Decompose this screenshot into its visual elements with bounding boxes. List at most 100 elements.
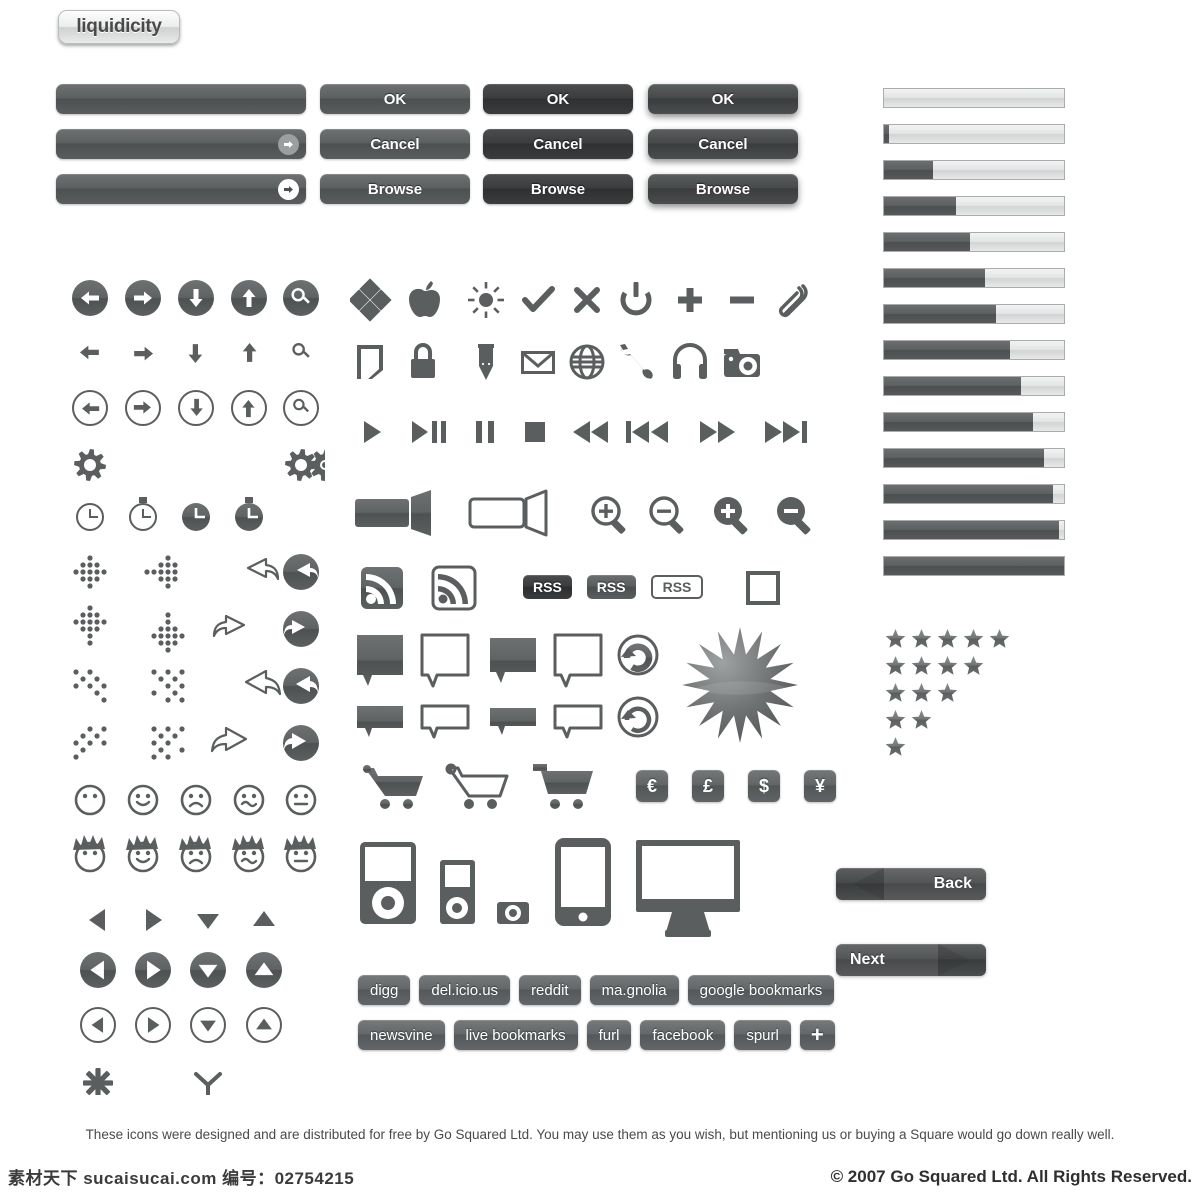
forward-wide-outline-icon[interactable]	[210, 726, 248, 753]
ok-button-shadow[interactable]: OK	[648, 84, 798, 114]
cancel-button-dark[interactable]: Cancel	[483, 129, 633, 159]
close-x-icon[interactable]	[574, 287, 600, 313]
cancel-button-medium[interactable]: Cancel	[320, 129, 470, 159]
rewind-icon[interactable]	[573, 421, 608, 443]
clock-outline-icon[interactable]	[76, 503, 104, 531]
document-icon[interactable]	[357, 345, 383, 379]
fast-forward-icon[interactable]	[700, 421, 735, 443]
dotted-diagonal-se-icon[interactable]	[151, 726, 185, 760]
cart-filled-flag-icon[interactable]	[533, 764, 593, 809]
play-pause-icon[interactable]	[412, 421, 446, 443]
face-hair-neutral-icon[interactable]	[73, 835, 106, 873]
social-button-google-bookmarks[interactable]: google bookmarks	[687, 975, 835, 1005]
speech-bubble-filled-wide-icon[interactable]	[357, 706, 403, 737]
social-button-del-icio-us[interactable]: del.icio.us	[419, 975, 511, 1005]
arrow-down-icon[interactable]	[188, 344, 203, 364]
power-icon[interactable]	[620, 282, 652, 316]
zoom-in-outline-icon[interactable]	[591, 496, 626, 534]
face-neutral-icon[interactable]	[74, 784, 106, 816]
social-button-digg[interactable]: digg	[358, 975, 411, 1005]
star-icon[interactable]	[963, 655, 984, 676]
browse-button-dark[interactable]: Browse	[483, 174, 633, 204]
arrow-left-circle-icon[interactable]	[72, 280, 108, 316]
star-icon[interactable]	[937, 682, 958, 703]
social-button-facebook[interactable]: facebook	[640, 1020, 726, 1050]
lock-icon[interactable]	[411, 343, 435, 378]
ok-button-dark[interactable]: OK	[483, 84, 633, 114]
star-icon[interactable]	[911, 628, 932, 649]
speech-bubble-filled-tall-2-icon[interactable]	[490, 638, 536, 683]
speech-bubble-outline-tall-2-icon[interactable]	[553, 633, 603, 688]
speech-bubble-outline-wide-icon[interactable]	[420, 704, 470, 739]
cancel-button-shadow[interactable]: Cancel	[648, 129, 798, 159]
next-button[interactable]: Next	[836, 944, 986, 976]
arrow-right-circle-icon[interactable]	[278, 178, 299, 200]
mercedes-icon[interactable]	[194, 1072, 222, 1095]
social-button-ma-gnolia[interactable]: ma.gnolia	[589, 975, 679, 1005]
rss-outline-icon[interactable]	[431, 565, 477, 611]
triangle-left-icon[interactable]	[89, 909, 105, 931]
wrench-icon[interactable]	[620, 344, 653, 379]
triangle-right-outline-circle-icon[interactable]	[135, 1007, 171, 1043]
face-happy-icon[interactable]	[127, 784, 159, 816]
apple-icon[interactable]	[409, 281, 440, 317]
social-button-live-bookmarks[interactable]: live bookmarks	[453, 1020, 578, 1050]
starburst-icon[interactable]	[682, 627, 798, 743]
star-icon[interactable]	[885, 628, 906, 649]
pen-icon[interactable]	[478, 344, 494, 380]
dotted-diagonal-nw-icon[interactable]	[73, 669, 107, 703]
triangle-up-outline-circle-icon[interactable]	[246, 1007, 282, 1043]
rss-pill-outline[interactable]: RSS	[650, 575, 704, 599]
dotted-cross-move-icon[interactable]	[73, 555, 107, 589]
speech-bubble-filled-wide-2-icon[interactable]	[490, 708, 536, 735]
gear-icon[interactable]	[74, 449, 106, 481]
star-icon[interactable]	[885, 709, 906, 730]
reply-outline-icon[interactable]	[246, 557, 280, 581]
arrow-down-outline-circle-icon[interactable]	[178, 390, 214, 426]
star-icon[interactable]	[963, 628, 984, 649]
browse-button-shadow[interactable]: Browse	[648, 174, 798, 204]
input-bar-white-arrow[interactable]	[56, 174, 306, 204]
social-button-spurl[interactable]: spurl	[734, 1020, 791, 1050]
plus-icon[interactable]	[678, 288, 702, 312]
timer-outline-icon[interactable]	[129, 497, 157, 531]
zoom-in-filled-icon[interactable]	[714, 497, 748, 535]
star-icon[interactable]	[911, 682, 932, 703]
search-circle-icon[interactable]	[283, 280, 319, 316]
browse-button-medium[interactable]: Browse	[320, 174, 470, 204]
reply-wide-outline-icon[interactable]	[244, 669, 282, 696]
arrow-right-circle-icon[interactable]	[125, 280, 161, 316]
dollar-key[interactable]: $	[748, 770, 780, 802]
face-hair-flat-icon[interactable]	[284, 835, 317, 873]
speech-bubble-outline-tall-icon[interactable]	[420, 633, 470, 688]
reply-wide-filled-icon[interactable]	[283, 668, 319, 704]
globe-icon[interactable]	[569, 344, 605, 380]
arrow-up-circle-icon[interactable]	[231, 280, 267, 316]
search-icon[interactable]	[292, 342, 310, 358]
asterisk-icon[interactable]	[83, 1068, 113, 1095]
zoom-out-outline-icon[interactable]	[649, 496, 684, 534]
star-icon[interactable]	[937, 628, 958, 649]
star-icon[interactable]	[885, 682, 906, 703]
cart-outline-icon[interactable]	[445, 763, 509, 809]
arrow-up-outline-circle-icon[interactable]	[231, 390, 267, 426]
arrow-left-icon[interactable]	[79, 345, 99, 360]
search-outline-circle-icon[interactable]	[283, 390, 319, 426]
video-camera-outline-icon[interactable]	[468, 489, 548, 537]
arrow-left-outline-circle-icon[interactable]	[72, 390, 108, 426]
dotted-diagonal-sw-icon[interactable]	[73, 726, 107, 760]
zoom-out-filled-icon[interactable]	[777, 497, 811, 535]
dotted-cross-down-icon[interactable]	[151, 612, 185, 653]
face-hair-confused-icon[interactable]	[232, 835, 265, 873]
star-icon[interactable]	[885, 736, 906, 757]
euro-key[interactable]: €	[636, 770, 668, 802]
star-icon[interactable]	[937, 655, 958, 676]
rss-pill-mid[interactable]: RSS	[586, 575, 636, 599]
checkbox-empty-icon[interactable]	[746, 571, 780, 605]
forward-wide-filled-icon[interactable]	[283, 725, 319, 761]
social-button-reddit[interactable]: reddit	[519, 975, 581, 1005]
video-camera-filled-icon[interactable]	[355, 490, 431, 536]
forward-filled-circle-icon[interactable]	[283, 611, 319, 647]
refresh-filled-icon[interactable]	[617, 634, 659, 676]
ok-button-medium[interactable]: OK	[320, 84, 470, 114]
